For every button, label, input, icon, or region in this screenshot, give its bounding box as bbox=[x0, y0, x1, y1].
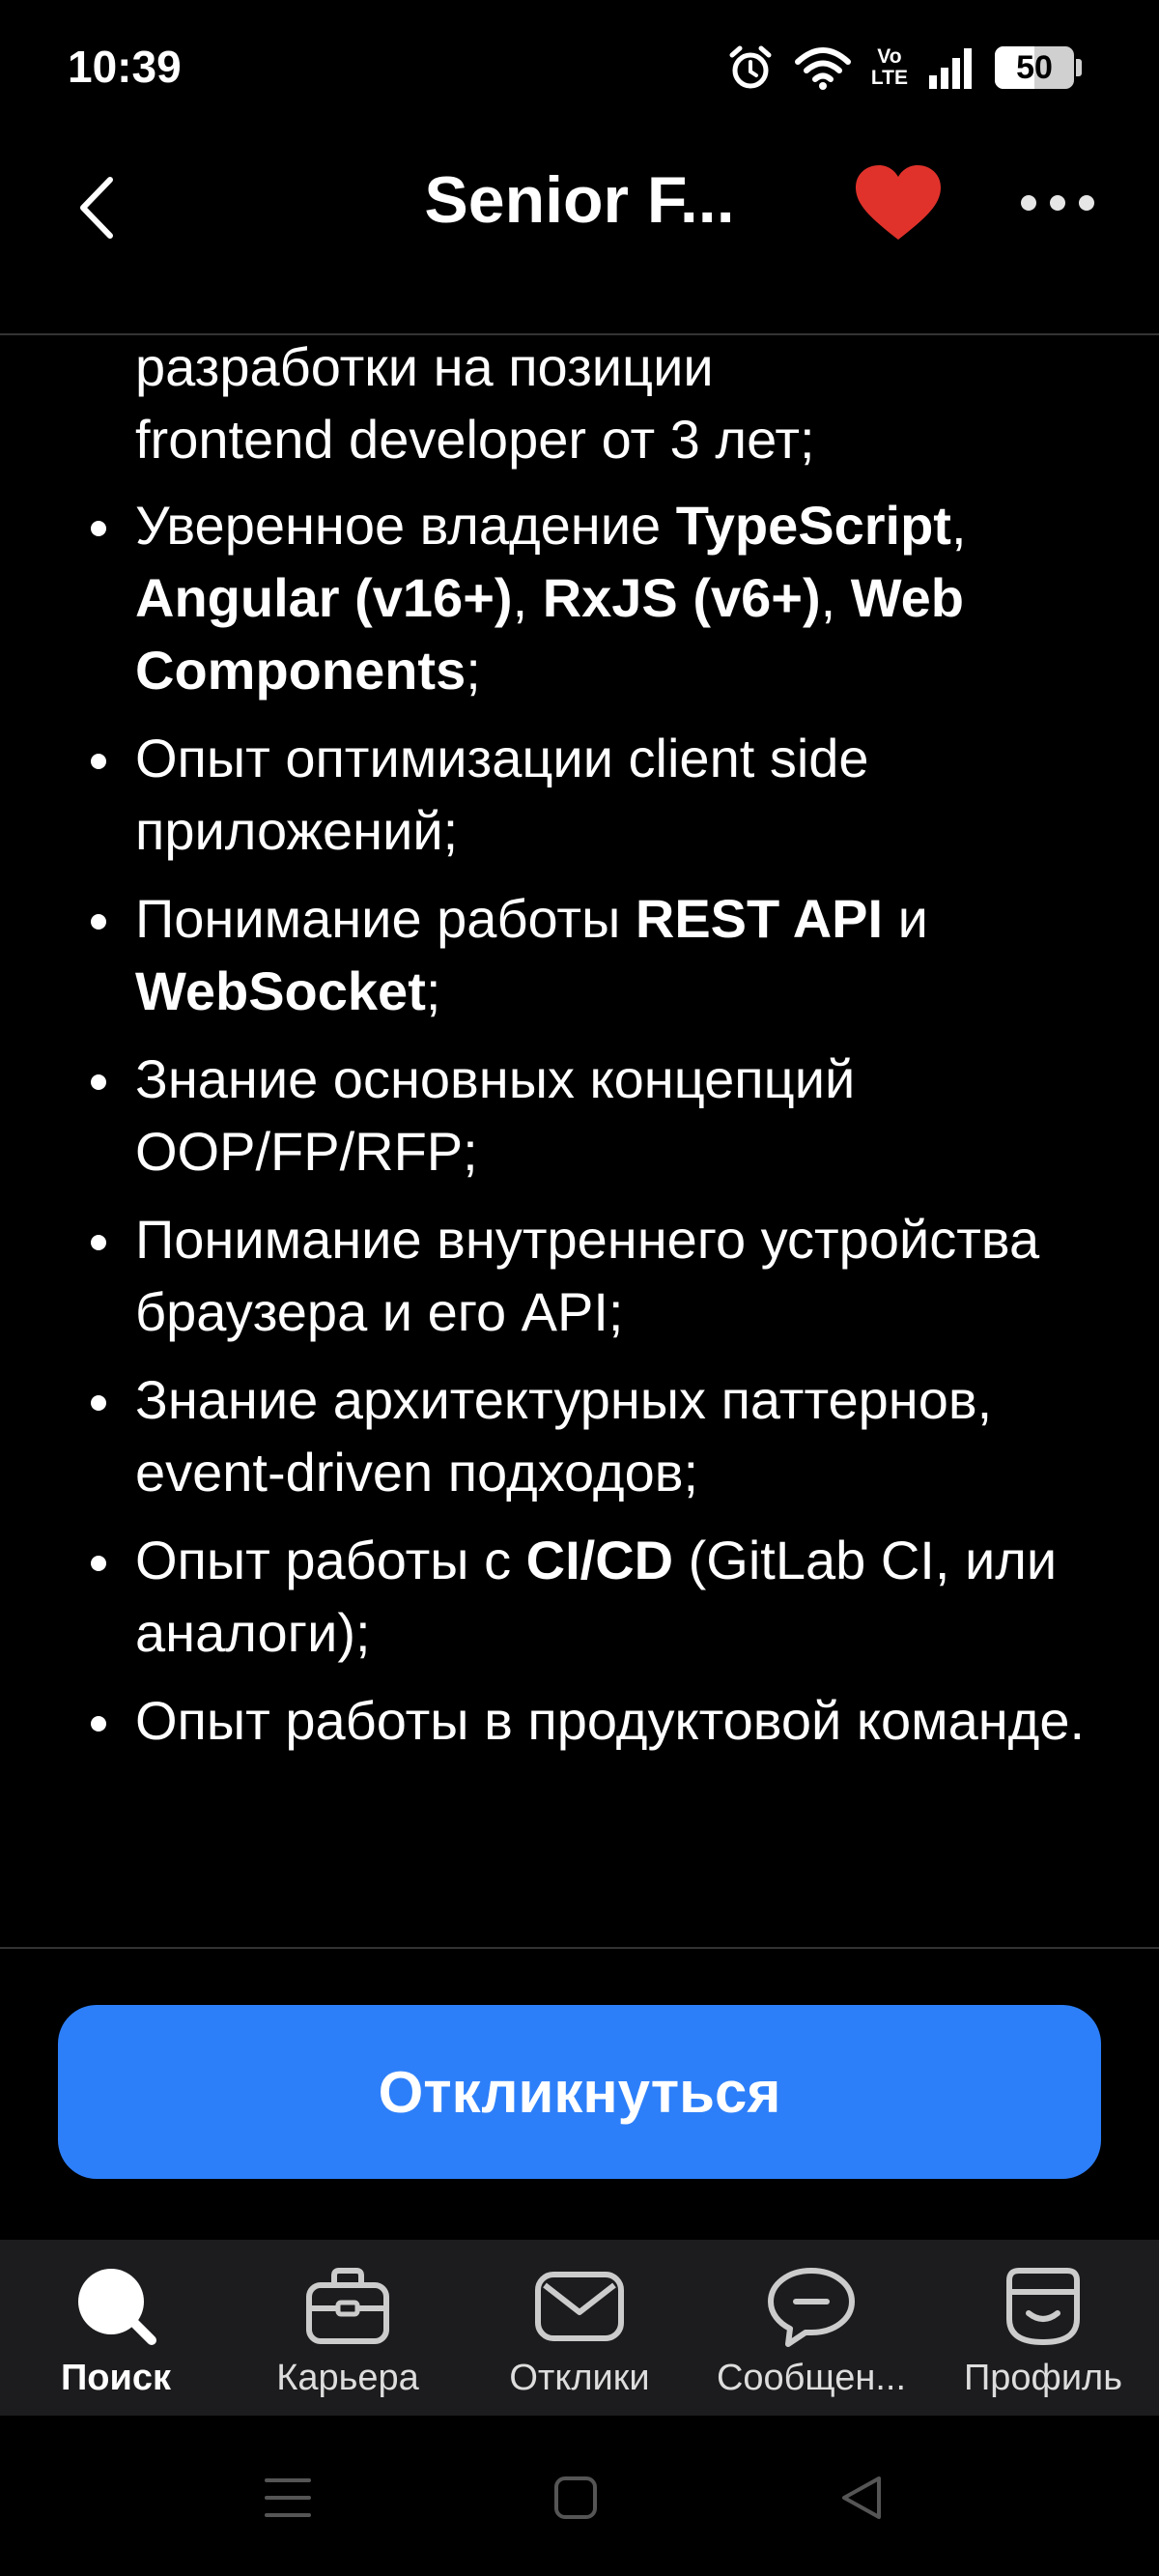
list-item: Знание основных концепций OOP/FP/RFP; bbox=[77, 1043, 1091, 1188]
nav-item-career[interactable]: Карьера bbox=[232, 2240, 464, 2416]
text: , bbox=[950, 495, 967, 556]
text: Уверенное владение bbox=[135, 495, 676, 556]
more-horizontal-icon bbox=[1021, 195, 1094, 211]
text-bold: REST API bbox=[635, 888, 884, 949]
text: Знание основных концепций OOP/FP/RFP; bbox=[135, 1048, 856, 1182]
briefcase-icon bbox=[299, 2263, 396, 2350]
recent-apps-button[interactable] bbox=[249, 2459, 326, 2536]
text-bold: RxJS (v6+) bbox=[542, 567, 821, 628]
volte-bottom: LTE bbox=[870, 67, 908, 89]
requirement-continuation: разработки на позиции frontend developer… bbox=[77, 333, 1091, 475]
apply-button[interactable]: Откликнуться bbox=[58, 2005, 1101, 2179]
home-button[interactable] bbox=[537, 2459, 614, 2536]
requirements-list: Уверенное владение TypeScript, Angular (… bbox=[77, 489, 1091, 1757]
favorite-button[interactable] bbox=[850, 155, 947, 251]
text: Опыт работы в продуктовой команде. bbox=[135, 1690, 1086, 1751]
list-item: Знание архитектурных паттернов, event-dr… bbox=[77, 1363, 1091, 1508]
alarm-icon bbox=[729, 45, 772, 89]
text: Понимание внутреннего устройства браузер… bbox=[135, 1209, 1040, 1342]
text: Опыт оптимизации client side приложений; bbox=[135, 728, 869, 861]
text-bold: WebSocket bbox=[135, 960, 426, 1021]
page-title: Senior F... bbox=[424, 163, 735, 237]
text-bold: Angular (v16+) bbox=[135, 567, 513, 628]
heart-icon bbox=[856, 165, 941, 240]
text: Понимание работы bbox=[135, 888, 636, 949]
list-item: Уверенное владение TypeScript, Angular (… bbox=[77, 489, 1091, 706]
nav-item-responses[interactable]: Отклики bbox=[464, 2240, 695, 2416]
wifi-icon bbox=[794, 47, 851, 90]
list-item: Опыт работы с CI/CD (GitLab CI, или анал… bbox=[77, 1524, 1091, 1669]
volte-indicator: Vo LTE bbox=[871, 46, 908, 89]
status-icons: Vo LTE 50 bbox=[726, 37, 1082, 99]
battery-indicator: 50 bbox=[995, 46, 1082, 89]
vacancy-description: разработки на позиции frontend developer… bbox=[0, 333, 1159, 1947]
list-item: Понимание работы REST API и WebSocket; bbox=[77, 882, 1091, 1027]
list-item: Опыт работы в продуктовой команде. bbox=[77, 1684, 1091, 1757]
text: Знание архитектурных паттернов, event-dr… bbox=[135, 1369, 993, 1503]
text: ; bbox=[425, 960, 441, 1021]
nav-item-profile[interactable]: Профиль bbox=[927, 2240, 1159, 2416]
lead-line-2: frontend developer от 3 лет; bbox=[135, 409, 815, 470]
back-triangle-icon bbox=[842, 2476, 881, 2519]
signal-icon bbox=[929, 48, 972, 89]
text: , bbox=[512, 567, 543, 628]
text-bold: TypeScript bbox=[675, 495, 951, 556]
mail-icon bbox=[531, 2263, 628, 2350]
lead-line-1: разработки на позиции bbox=[135, 336, 714, 397]
status-bar: 10:39 Vo LTE 50 bbox=[0, 0, 1159, 135]
home-icon bbox=[554, 2476, 597, 2519]
list-item: Опыт оптимизации client side приложений; bbox=[77, 722, 1091, 867]
status-time: 10:39 bbox=[68, 42, 182, 92]
text: и bbox=[883, 888, 928, 949]
back-button[interactable] bbox=[58, 164, 135, 251]
requirements-section: разработки на позиции frontend developer… bbox=[77, 333, 1091, 1772]
top-app-bar: Senior F... bbox=[0, 135, 1159, 335]
chevron-left-icon bbox=[80, 177, 113, 239]
search-icon bbox=[68, 2263, 164, 2350]
bottom-navigation: Поиск Карьера Отклики Сообщен... Профиль bbox=[0, 2240, 1159, 2416]
nav-label: Сообщен... bbox=[716, 2358, 907, 2398]
nav-item-messages[interactable]: Сообщен... bbox=[695, 2240, 927, 2416]
system-navigation-bar bbox=[0, 2416, 1159, 2576]
nav-item-search[interactable]: Поиск bbox=[0, 2240, 232, 2416]
text: ; bbox=[466, 640, 481, 701]
nav-label: Отклики bbox=[509, 2358, 650, 2398]
system-back-button[interactable] bbox=[823, 2459, 900, 2536]
text-bold: CI/CD bbox=[525, 1530, 674, 1590]
text: Опыт работы с bbox=[135, 1530, 526, 1590]
profile-icon bbox=[995, 2263, 1091, 2350]
list-item: Понимание внутреннего устройства браузер… bbox=[77, 1203, 1091, 1348]
nav-label: Поиск bbox=[60, 2358, 172, 2398]
more-options-button[interactable] bbox=[1014, 164, 1101, 242]
nav-label: Профиль bbox=[963, 2358, 1123, 2398]
text: , bbox=[820, 567, 851, 628]
chat-icon bbox=[763, 2263, 860, 2350]
divider bbox=[0, 1947, 1159, 1949]
menu-icon bbox=[265, 2478, 311, 2517]
nav-label: Карьера bbox=[276, 2358, 419, 2398]
battery-level: 50 bbox=[1016, 48, 1053, 86]
volte-top: Vo bbox=[877, 45, 902, 68]
